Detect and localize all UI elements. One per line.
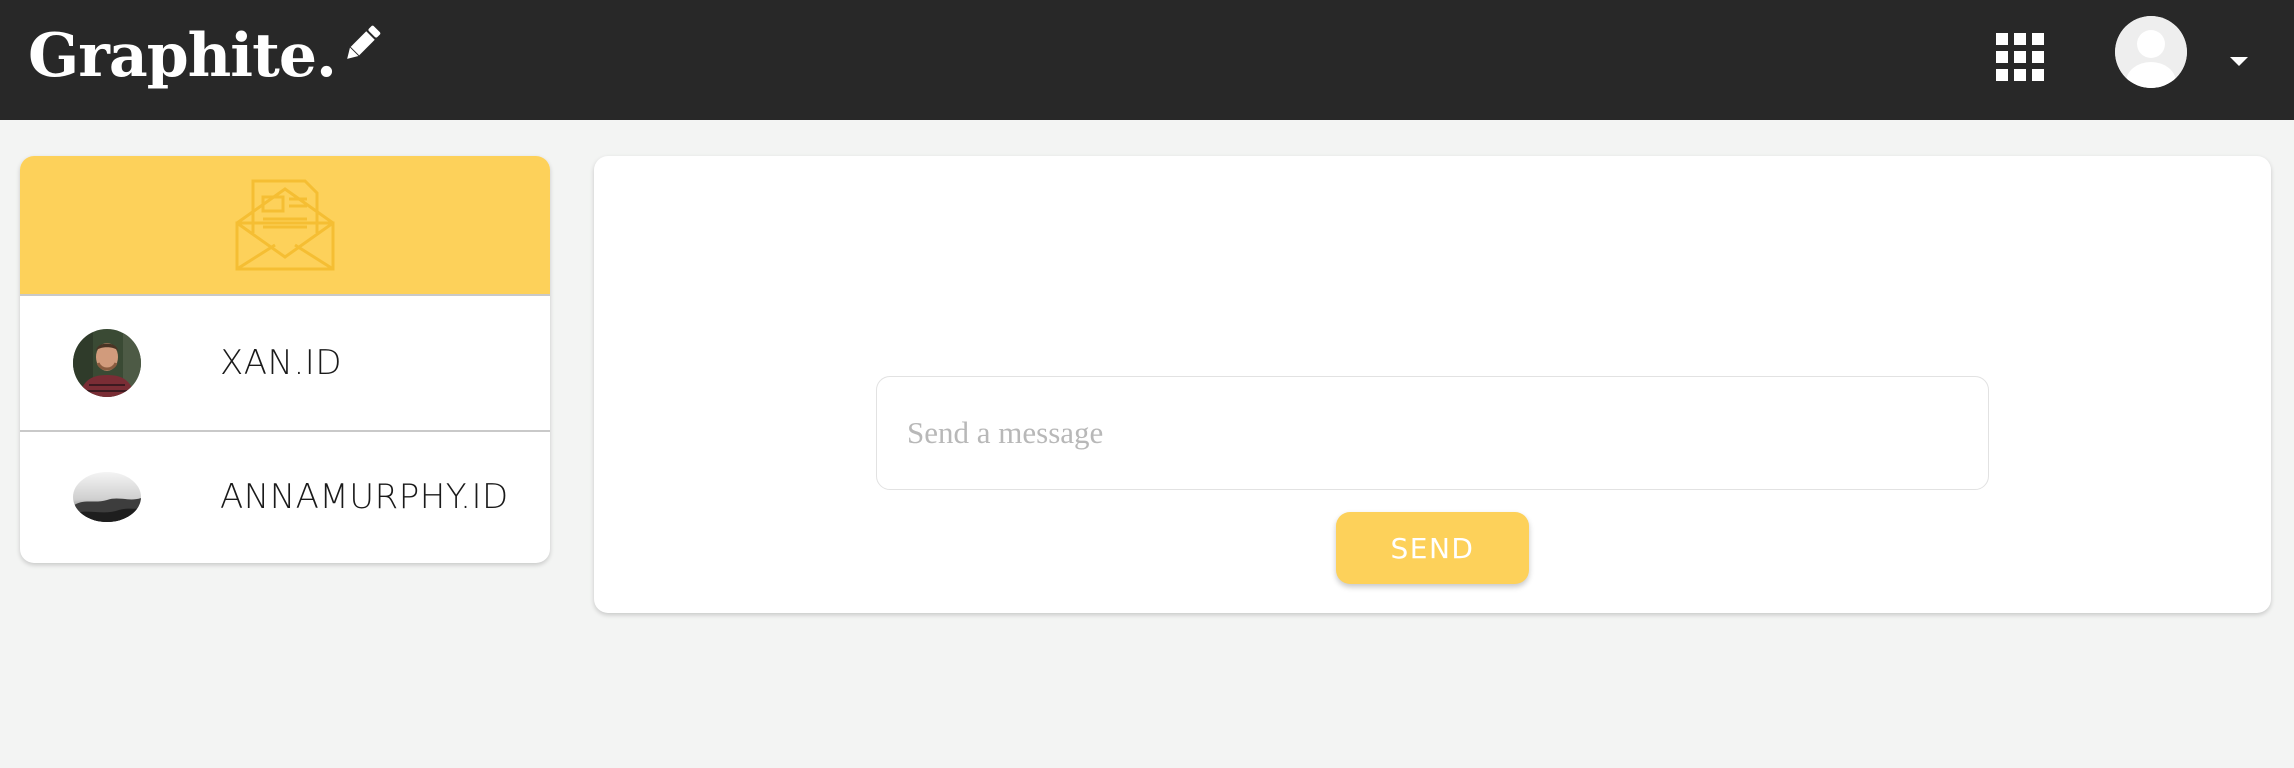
contact-name: XAN.ID bbox=[220, 343, 342, 383]
message-panel: SEND bbox=[594, 156, 2271, 613]
avatar bbox=[73, 471, 141, 522]
contacts-panel: XAN.ID ANNAMURPHY.ID bbox=[20, 156, 550, 563]
logo-text: Graphite. bbox=[28, 21, 337, 91]
user-avatar-button[interactable] bbox=[2115, 16, 2187, 88]
top-navigation-bar: Graphite. bbox=[0, 0, 2294, 120]
user-avatar-icon bbox=[2115, 16, 2187, 88]
contact-item-xan[interactable]: XAN.ID bbox=[20, 296, 550, 432]
avatar bbox=[73, 329, 141, 397]
apps-grid-icon[interactable] bbox=[1996, 33, 2044, 81]
portrait-avatar bbox=[73, 329, 141, 397]
fog-landscape-avatar bbox=[73, 471, 141, 522]
contact-name: ANNAMURPHY.ID bbox=[220, 476, 509, 517]
message-input[interactable] bbox=[876, 376, 1989, 490]
app-logo[interactable]: Graphite. bbox=[28, 16, 384, 96]
chevron-down-icon[interactable] bbox=[2224, 50, 2254, 70]
contacts-header bbox=[20, 156, 550, 296]
pencil-icon bbox=[347, 25, 381, 59]
send-button[interactable]: SEND bbox=[1336, 512, 1529, 584]
envelope-icon bbox=[235, 179, 335, 271]
contact-item-annamurphy[interactable]: ANNAMURPHY.ID bbox=[20, 432, 550, 561]
